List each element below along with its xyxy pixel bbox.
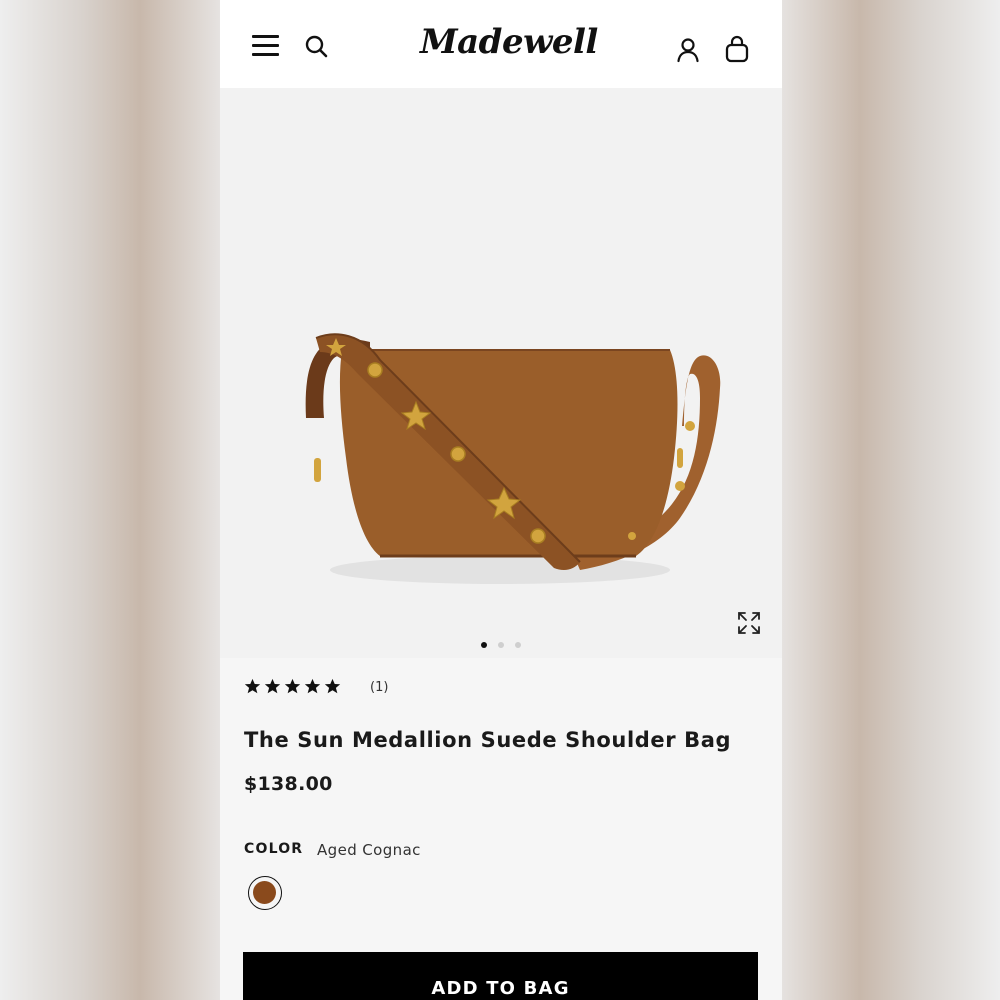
add-to-bag-button[interactable]: ADD TO BAG: [243, 952, 758, 1000]
star-icon: [284, 678, 301, 694]
menu-line: [252, 35, 279, 38]
carousel-dot-active[interactable]: [481, 642, 487, 648]
menu-line: [252, 53, 279, 56]
color-value: Aged Cognac: [317, 841, 421, 859]
review-count[interactable]: (1): [370, 680, 388, 695]
star-icon: [264, 678, 281, 694]
carousel-dot[interactable]: [498, 642, 504, 648]
carousel-dot[interactable]: [515, 642, 521, 648]
product-image: [305, 333, 721, 584]
menu-line: [252, 44, 279, 47]
user-account-icon[interactable]: [676, 37, 700, 63]
product-page: Madewell (1) The Sun Medallion Suede Sho…: [220, 0, 782, 1000]
hamburger-menu-icon[interactable]: [252, 34, 279, 58]
product-title: The Sun Medallion Suede Shoulder Bag: [244, 728, 732, 752]
product-price: $138.00: [244, 773, 333, 795]
expand-icon[interactable]: [736, 610, 762, 636]
site-header: Madewell: [220, 0, 782, 88]
color-swatch-aged-cognac[interactable]: [248, 876, 282, 910]
shopping-bag-icon[interactable]: [724, 35, 750, 63]
search-icon[interactable]: [304, 34, 330, 60]
carousel-dots: [478, 642, 528, 650]
swatch-fill: [253, 881, 276, 904]
product-gallery[interactable]: [220, 88, 782, 658]
brand-logo[interactable]: Madewell: [420, 22, 598, 68]
star-icon: [304, 678, 321, 694]
star-icon: [244, 678, 261, 694]
color-label: COLOR: [244, 841, 304, 857]
star-icon: [324, 678, 341, 694]
